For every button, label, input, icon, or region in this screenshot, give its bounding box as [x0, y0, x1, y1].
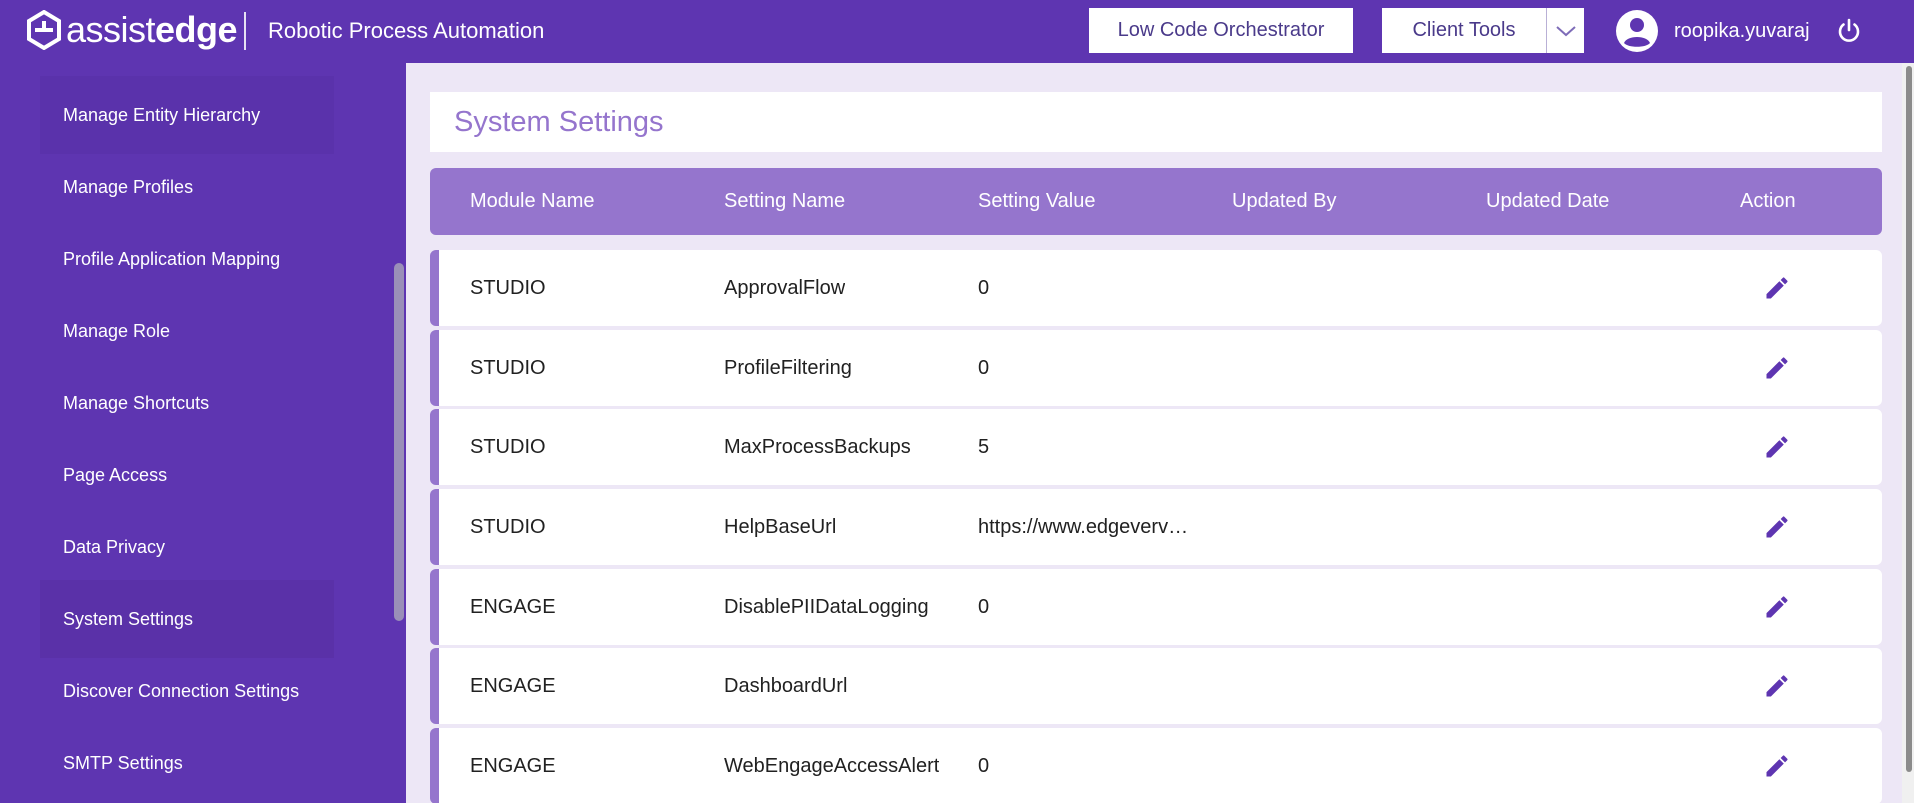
main-content: System Settings Module Name Setting Name…	[406, 63, 1902, 803]
pencil-edit-icon[interactable]	[1763, 672, 1791, 700]
client-tools-toggle[interactable]	[1547, 8, 1584, 53]
table-row: ENGAGE WebEngageAccessAlert 0	[430, 728, 1882, 803]
column-header-updated-by[interactable]: Updated By	[1232, 168, 1337, 235]
logo-wordmark-light: assist	[66, 9, 156, 50]
table-row: ENGAGE DashboardUrl	[430, 648, 1882, 724]
client-tools-button[interactable]: Client Tools	[1382, 8, 1546, 53]
top-bar: assistedge Robotic Process Automation Lo…	[0, 0, 1914, 63]
table-row: STUDIO ApprovalFlow 0	[430, 250, 1882, 326]
sidebar-item-smtp-settings[interactable]: SMTP Settings	[40, 724, 334, 802]
account-circle-icon[interactable]	[1615, 9, 1659, 53]
username[interactable]: roopika.yuvaraj	[1674, 0, 1810, 63]
cell-setting-name: MaxProcessBackups	[724, 436, 911, 458]
column-header-updated-date[interactable]: Updated Date	[1486, 168, 1609, 235]
page-title-card: System Settings	[430, 92, 1882, 152]
column-header-setting-name[interactable]: Setting Name	[724, 168, 845, 235]
low-code-orchestrator-button[interactable]: Low Code Orchestrator	[1089, 8, 1353, 53]
page-title: System Settings	[454, 106, 664, 138]
table-row: STUDIO ProfileFiltering 0	[430, 330, 1882, 406]
sidebar-item-manage-role[interactable]: Manage Role	[40, 292, 334, 370]
table-row: STUDIO MaxProcessBackups 5	[430, 409, 1882, 485]
cell-module-name: STUDIO	[470, 436, 546, 458]
cell-setting-name: ProfileFiltering	[724, 357, 852, 379]
sidebar-item-page-access[interactable]: Page Access	[40, 436, 334, 514]
pencil-edit-icon[interactable]	[1763, 593, 1791, 621]
pencil-edit-icon[interactable]	[1763, 354, 1791, 382]
cell-module-name: ENGAGE	[470, 675, 556, 697]
pencil-edit-icon[interactable]	[1763, 513, 1791, 541]
sidebar-item-system-settings[interactable]: System Settings	[40, 580, 334, 658]
assistedge-logo-icon	[27, 10, 61, 50]
pencil-edit-icon[interactable]	[1763, 433, 1791, 461]
cell-setting-name: WebEngageAccessAlert	[724, 755, 940, 777]
sidebar-item-data-privacy[interactable]: Data Privacy	[40, 508, 334, 586]
client-tools-dropdown: Client Tools	[1382, 8, 1584, 53]
app-title: Robotic Process Automation	[268, 18, 545, 43]
cell-setting-name: DisablePIIDataLogging	[724, 596, 929, 618]
logo-wordmark: assistedge	[66, 9, 238, 51]
sidebar-item-profile-application-mapping[interactable]: Profile Application Mapping	[40, 220, 334, 298]
sidebar-item-manage-shortcuts[interactable]: Manage Shortcuts	[40, 364, 334, 442]
cell-module-name: ENGAGE	[470, 755, 556, 777]
power-icon[interactable]	[1836, 18, 1862, 44]
cell-module-name: STUDIO	[470, 277, 546, 299]
column-header-setting-value[interactable]: Setting Value	[978, 168, 1096, 235]
cell-setting-value: 0	[978, 596, 990, 618]
cell-module-name: ENGAGE	[470, 596, 556, 618]
chevron-down-icon	[1555, 25, 1576, 36]
cell-module-name: STUDIO	[470, 357, 546, 379]
cell-setting-value: 0	[978, 277, 990, 299]
cell-setting-name: HelpBaseUrl	[724, 516, 837, 538]
table-row: ENGAGE DisablePIIDataLogging 0	[430, 569, 1882, 645]
sidebar-item-discover-connection-settings[interactable]: Discover Connection Settings	[40, 652, 334, 730]
cell-setting-value: 5	[978, 436, 990, 458]
table-header: Module Name Setting Name Setting Value U…	[430, 168, 1882, 235]
pencil-edit-icon[interactable]	[1763, 752, 1791, 780]
sidebar: Manage Entity Hierarchy Manage Profiles …	[0, 63, 406, 803]
table-row: STUDIO HelpBaseUrl https://www.edgeverv…	[430, 489, 1882, 565]
cell-setting-value: 0	[978, 755, 990, 777]
cell-module-name: STUDIO	[470, 516, 546, 538]
column-header-action: Action	[1740, 190, 1796, 212]
assistedge-logo[interactable]: assistedge	[26, 9, 238, 51]
main-scrollbar[interactable]	[1906, 66, 1912, 772]
sidebar-scrollbar[interactable]	[394, 263, 404, 621]
cell-setting-value	[978, 648, 1208, 724]
cell-setting-name: ApprovalFlow	[724, 277, 846, 299]
logo-wordmark-bold: edge	[155, 9, 238, 50]
sidebar-item-manage-entity-hierarchy[interactable]: Manage Entity Hierarchy	[40, 76, 334, 154]
cell-setting-value: 0	[978, 357, 990, 379]
column-header-module-name[interactable]: Module Name	[470, 168, 595, 235]
cell-setting-value: https://www.edgeverv…	[978, 516, 1189, 538]
pencil-edit-icon[interactable]	[1763, 274, 1791, 302]
sidebar-item-manage-profiles[interactable]: Manage Profiles	[40, 148, 334, 226]
cell-setting-name: DashboardUrl	[724, 675, 848, 697]
header-divider	[244, 12, 246, 50]
